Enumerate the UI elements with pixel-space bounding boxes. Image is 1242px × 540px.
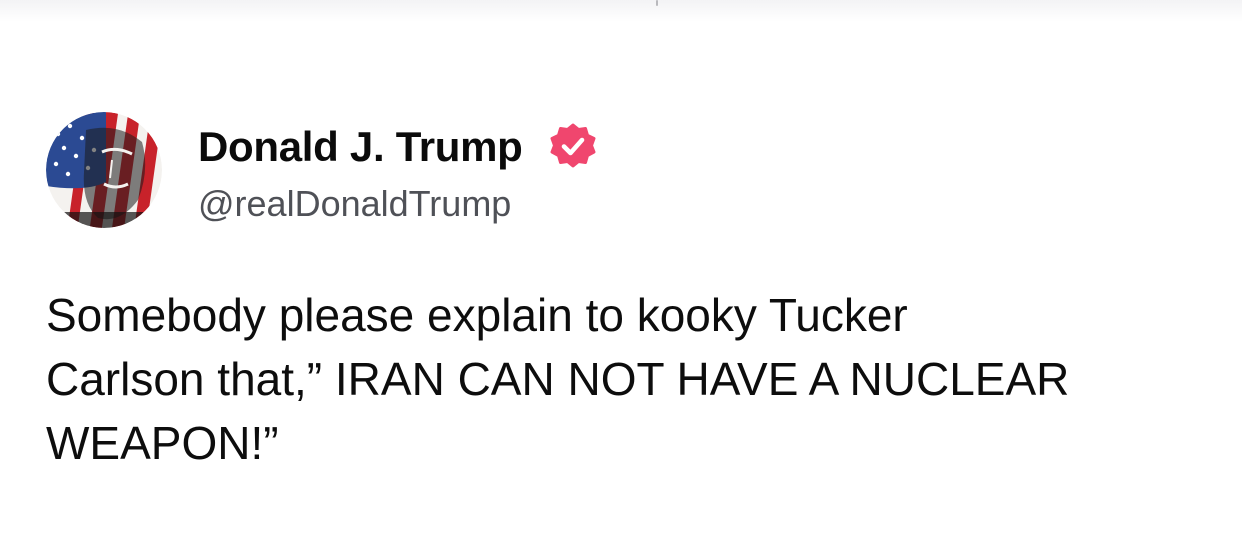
verified-badge-icon (550, 123, 596, 168)
post-text-line: Carlson that,” IRAN CAN NOT HAVE A NUCLE… (46, 353, 1070, 405)
post-card: Donald J. Trump @realDonaldTrump Somebod… (0, 0, 1242, 540)
post-text: Somebody please explain to kooky Tucker … (46, 283, 1206, 475)
author-avatar[interactable] (46, 112, 162, 228)
author-handle[interactable]: @realDonaldTrump (198, 182, 511, 226)
avatar-image (46, 112, 162, 228)
post-text-line: WEAPON!” (46, 417, 279, 469)
author-display-name[interactable]: Donald J. Trump (198, 122, 523, 172)
post-text-line: Somebody please explain to kooky Tucker (46, 289, 908, 341)
